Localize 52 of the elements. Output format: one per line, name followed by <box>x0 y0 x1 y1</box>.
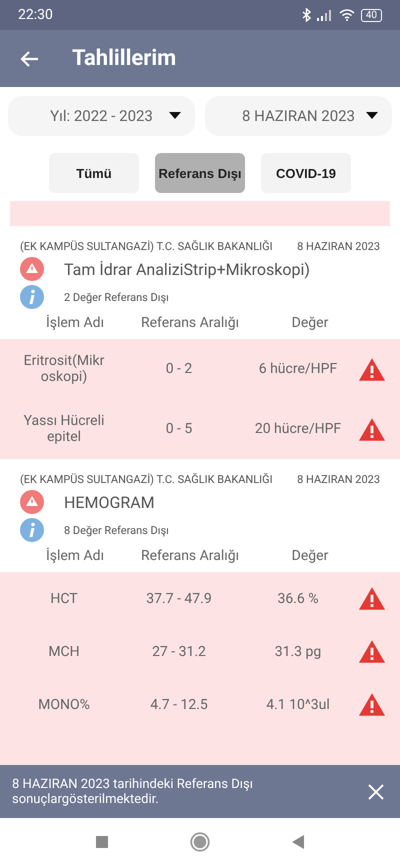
filter-tab[interactable]: COVID-19 <box>261 153 351 193</box>
close-icon[interactable] <box>368 784 384 800</box>
back-nav-icon[interactable] <box>290 834 306 850</box>
test-name: MCH <box>47 644 81 660</box>
back-icon[interactable] <box>20 48 40 68</box>
test-value: 4.1 10^3ul <box>265 696 331 712</box>
dropdown[interactable]: Yıl: 2022 - 2023 <box>8 96 195 136</box>
snackbar-message: 8 HAZIRAN 2023 tarihindeki Referans Dışı sonuçlargösterilmektedir. <box>12 776 254 806</box>
test-date: 8 HAZIRAN 2023 <box>297 240 380 253</box>
column-header: Değer <box>290 548 330 564</box>
facility-name: (EK KAMPÜS SULTANGAZİ) T.C. SAĞLIK BAKANLIĞI <box>20 240 273 253</box>
summary-text: 2 Değer Referans Dışı <box>64 290 169 304</box>
caret-icon <box>169 112 181 119</box>
signal-icon <box>316 9 333 21</box>
test-name: MONO% <box>37 696 91 712</box>
wifi-icon <box>338 9 355 21</box>
reference-range: 27 - 31.2 <box>151 644 207 660</box>
reference-range: 37.7 - 47.9 <box>145 590 213 606</box>
screen-title: Tahlillerim <box>72 46 176 71</box>
clock: 22:30 <box>18 7 53 23</box>
bluetooth-icon <box>302 8 311 22</box>
column-header: Değer <box>290 315 330 331</box>
caret-icon <box>366 112 378 119</box>
filter-tab[interactable]: Referans Dışı <box>155 153 245 193</box>
test-value: 6 hücre/HPF <box>258 361 338 377</box>
dropdown[interactable]: 8 HAZIRAN 2023 <box>205 96 392 136</box>
facility-name: (EK KAMPÜS SULTANGAZİ) T.C. SAĞLIK BAKANLIĞI <box>20 473 273 486</box>
column-header: Referans Aralığı <box>140 315 240 331</box>
info-icon <box>20 285 44 309</box>
home-icon[interactable] <box>190 832 210 852</box>
warning-icon <box>20 490 44 514</box>
test-title: HEMOGRAM <box>64 492 155 512</box>
info-icon <box>20 518 44 542</box>
column-header: İşlem Adı <box>44 548 106 564</box>
test-value: 36.6 % <box>276 590 320 606</box>
reference-range: 0 - 5 <box>164 421 194 437</box>
test-title: Tam İdrar AnaliziStrip+Mikroskopi) <box>64 260 310 278</box>
test-name: Yassı Hücreli epitel <box>22 413 106 445</box>
column-header: İşlem Adı <box>44 315 106 331</box>
test-value: 20 hücre/HPF <box>254 421 342 437</box>
test-name: HCT <box>49 590 79 606</box>
recents-icon[interactable] <box>94 834 110 850</box>
test-value: 31.3 pg <box>274 644 322 660</box>
reference-range: 4.7 - 12.5 <box>149 696 209 712</box>
column-header: Referans Aralığı <box>140 548 240 564</box>
summary-text: 8 Değer Referans Dışı <box>64 524 169 536</box>
warning-icon <box>20 257 44 281</box>
battery-level: 40 <box>360 8 382 22</box>
test-name: Eritrosit(Mikroskopi) <box>22 353 106 385</box>
reference-range: 0 - 2 <box>164 361 194 377</box>
filter-tab[interactable]: Tümü <box>49 153 139 193</box>
test-date: 8 HAZIRAN 2023 <box>297 473 380 486</box>
